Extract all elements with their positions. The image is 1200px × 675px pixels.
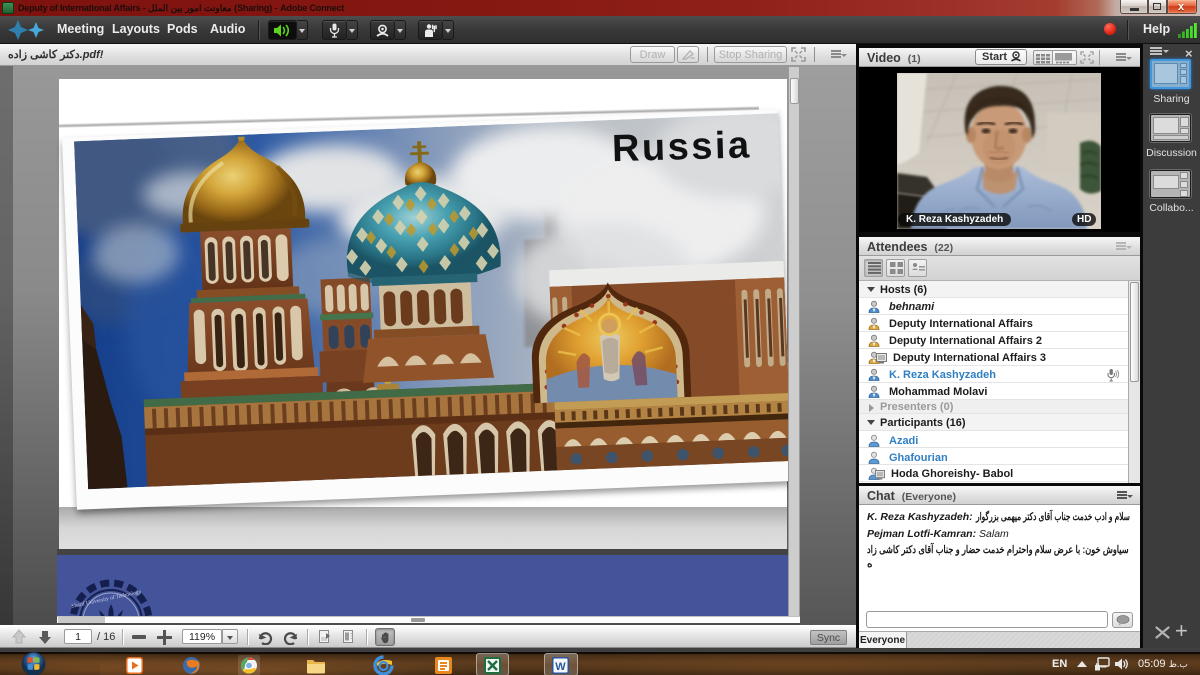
svg-text:W: W [555, 661, 566, 673]
